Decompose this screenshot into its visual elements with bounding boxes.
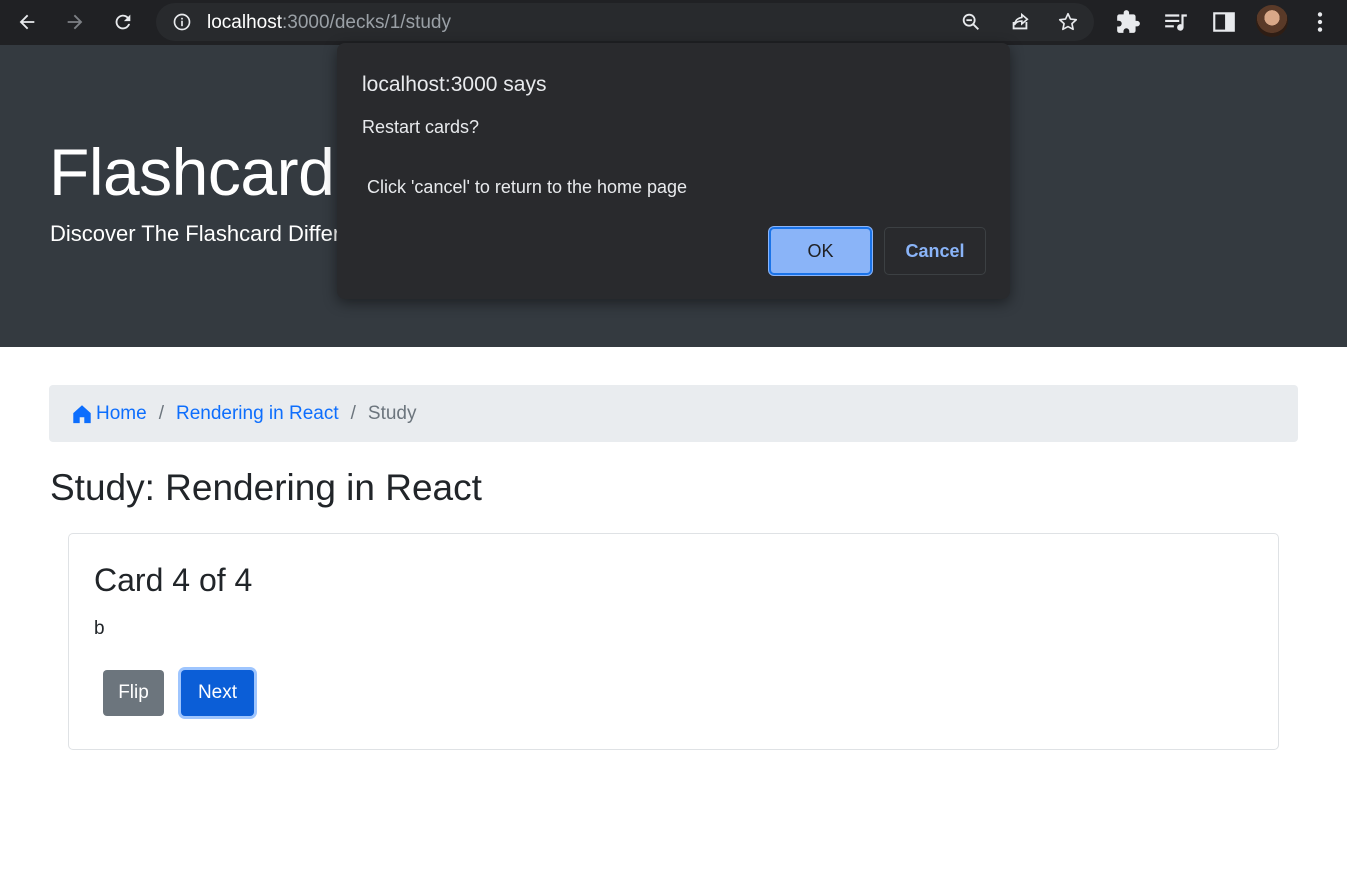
reload-icon[interactable]: [106, 6, 140, 38]
breadcrumb-separator: /: [158, 402, 164, 424]
kebab-menu-icon[interactable]: [1307, 9, 1333, 35]
breadcrumb-current: Study: [367, 402, 417, 424]
url-path: :3000/decks/1/study: [282, 12, 451, 33]
confirm-dialog: localhost:3000 says Restart cards? Click…: [337, 43, 1010, 299]
url-text: localhost:3000/decks/1/study: [207, 12, 451, 34]
url-host: localhost: [207, 12, 282, 33]
back-arrow-icon[interactable]: [10, 6, 44, 38]
page-title: Study: Rendering in React: [50, 467, 482, 508]
media-queue-icon[interactable]: [1163, 9, 1189, 35]
info-icon[interactable]: [172, 12, 192, 32]
breadcrumb: Home / Rendering in React / Study: [49, 385, 1298, 442]
dialog-ok-button[interactable]: OK: [769, 227, 872, 275]
card-text: b: [94, 618, 105, 639]
star-icon[interactable]: [1057, 11, 1079, 33]
breadcrumb-home-link[interactable]: Home: [71, 403, 147, 425]
browser-toolbar: localhost:3000/decks/1/study: [0, 0, 1347, 45]
breadcrumb-separator: /: [350, 402, 356, 424]
card-title: Card 4 of 4: [94, 562, 253, 598]
dialog-message-line2: Click 'cancel' to return to the home pag…: [367, 177, 688, 197]
flashcard: Card 4 of 4 b Flip Next: [68, 533, 1279, 750]
breadcrumb-deck-link[interactable]: Rendering in React: [176, 403, 339, 425]
side-panel-icon[interactable]: [1211, 9, 1237, 35]
address-bar[interactable]: localhost:3000/decks/1/study: [156, 3, 1094, 41]
home-icon: [73, 404, 91, 423]
flip-button[interactable]: Flip: [103, 670, 164, 716]
dialog-origin: localhost:3000 says: [362, 73, 547, 96]
dialog-cancel-button[interactable]: Cancel: [884, 227, 986, 275]
breadcrumb-home-label: Home: [96, 402, 147, 424]
share-icon[interactable]: [1009, 11, 1031, 33]
profile-avatar[interactable]: [1256, 5, 1288, 37]
forward-arrow-icon[interactable]: [58, 6, 92, 38]
next-button[interactable]: Next: [181, 670, 254, 716]
dialog-message-line1: Restart cards?: [362, 117, 480, 137]
extensions-icon[interactable]: [1115, 9, 1141, 35]
zoom-icon[interactable]: [960, 11, 982, 33]
